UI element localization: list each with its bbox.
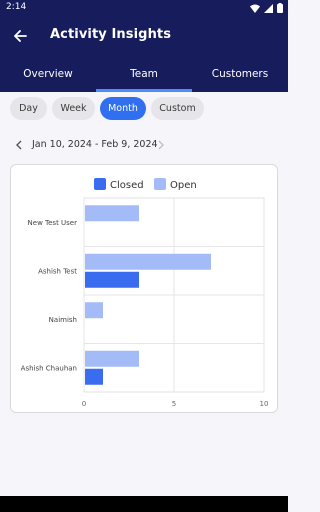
period-week-chip[interactable]: Week [52, 97, 95, 120]
period-custom-chip[interactable]: Custom [151, 97, 204, 120]
bar-open [85, 205, 139, 222]
date-range-label: Jan 10, 2024 - Feb 9, 2024 [32, 139, 158, 150]
next-range-button[interactable] [154, 138, 168, 152]
app-bar: Activity Insights [0, 16, 288, 56]
tab-bar: Overview Team Customers [0, 56, 288, 92]
period-day-chip[interactable]: Day [10, 97, 47, 120]
category-label: Ashish Test [38, 267, 77, 275]
legend-swatch-closed [94, 178, 106, 190]
tab-team[interactable]: Team [96, 56, 192, 92]
signal-icon [264, 3, 273, 13]
tab-customers[interactable]: Customers [192, 56, 288, 92]
legend-swatch-open [154, 178, 166, 190]
period-month-chip[interactable]: Month [100, 97, 146, 120]
bar-open [85, 350, 139, 367]
bar-closed [85, 271, 139, 288]
legend-label-closed: Closed [110, 180, 144, 191]
status-bar: 2:14 [0, 0, 288, 16]
previous-range-button[interactable] [12, 138, 26, 152]
category-label: Naimish [49, 316, 77, 324]
back-button[interactable] [10, 26, 30, 46]
chevron-left-icon [16, 140, 22, 150]
bar-closed [85, 368, 103, 385]
x-tick-label: 5 [172, 400, 176, 408]
period-selector: Day Week Month Custom [10, 97, 204, 120]
x-tick-label: 0 [82, 400, 86, 408]
bar-open [85, 253, 211, 270]
wifi-icon [250, 4, 260, 13]
category-label: Ashish Chauhan [21, 364, 77, 372]
page-title: Activity Insights [50, 27, 172, 42]
bar-open [85, 302, 103, 319]
category-label: New Test User [28, 219, 78, 227]
chart-card: Closed Open 0 5 10 New Test User Ashish Test Na… [10, 164, 278, 413]
date-range-row: Jan 10, 2024 - Feb 9, 2024 [10, 136, 278, 154]
battery-icon [277, 3, 283, 13]
x-tick-label: 10 [260, 400, 269, 408]
chevron-right-icon [158, 140, 164, 150]
navigation-bar [0, 496, 288, 512]
activity-bar-chart: Closed Open 0 5 10 New Test User Ashish Test Na… [21, 178, 269, 408]
tab-overview[interactable]: Overview [0, 56, 96, 92]
status-time: 2:14 [6, 2, 27, 12]
status-icons [250, 3, 283, 13]
arrow-left-icon [14, 30, 27, 42]
legend-label-open: Open [170, 180, 197, 191]
